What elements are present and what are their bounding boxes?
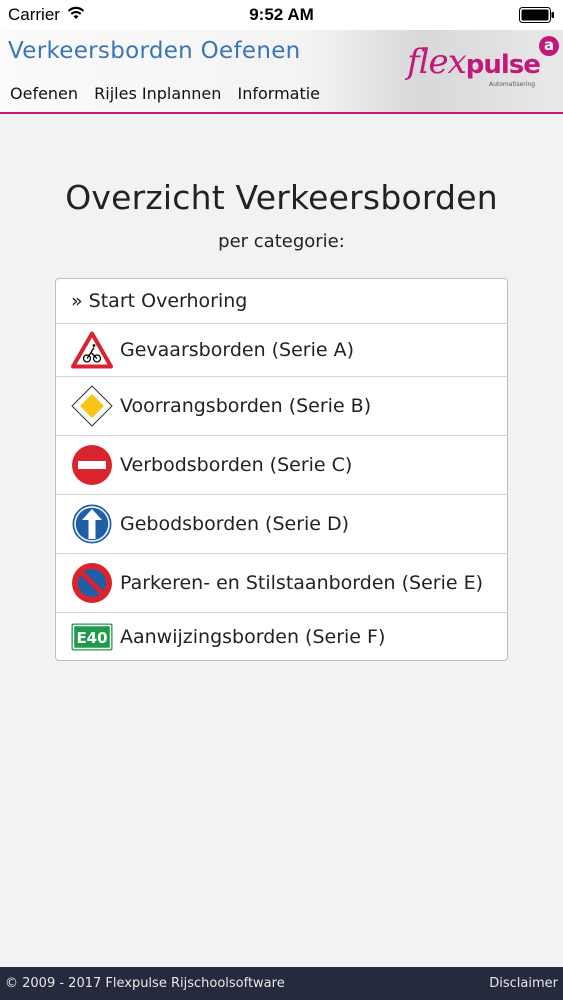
category-list: » Start Overhoring Gevaarsborden (Serie … [55,278,508,661]
category-label: Verbodsborden (Serie C) [120,454,353,476]
start-overhoring-label: » Start Overhoring [71,290,248,312]
no-parking-icon [72,563,112,603]
app-title: Verkeersborden Oefenen [8,38,301,64]
category-label: Voorrangsborden (Serie B) [120,395,372,417]
page-subtitle: per categorie: [218,231,345,252]
category-row-serie-d[interactable]: Gebodsborden (Serie D) [56,495,507,554]
mandatory-arrow-icon [71,503,113,545]
category-row-serie-e[interactable]: Parkeren- en Stilstaanborden (Serie E) [56,554,507,613]
priority-diamond-icon [71,385,113,427]
svg-text:E40: E40 [76,629,107,647]
nav-oefenen[interactable]: Oefenen [10,84,78,103]
category-row-serie-a[interactable]: Gevaarsborden (Serie A) [56,324,507,377]
start-overhoring-link[interactable]: » Start Overhoring [56,279,507,324]
logo-badge: a [539,36,559,56]
status-bar: Carrier 9:52 AM [0,0,563,30]
copyright-text: © 2009 - 2017 Flexpulse Rijschoolsoftwar… [5,976,285,991]
category-row-serie-b[interactable]: Voorrangsborden (Serie B) [56,377,507,436]
logo-wordmark: flexpulse [407,42,541,82]
battery-icon [519,7,554,23]
page-title: Overzicht Verkeersborden [65,178,498,217]
nav-rijles-inplannen[interactable]: Rijles Inplannen [94,84,221,103]
main-nav: Oefenen Rijles Inplannen Informatie [10,84,331,103]
category-label: Gevaarsborden (Serie A) [120,339,355,361]
category-row-serie-f[interactable]: E40 Aanwijzingsborden (Serie F) [56,613,507,660]
category-label: Parkeren- en Stilstaanborden (Serie E) [120,572,484,594]
nav-informatie[interactable]: Informatie [237,84,320,103]
footer: © 2009 - 2017 Flexpulse Rijschoolsoftwar… [0,967,563,1000]
clock: 9:52 AM [249,5,314,24]
logo-subtitle: Automatisering [489,81,536,88]
category-row-serie-c[interactable]: Verbodsborden (Serie C) [56,436,507,495]
category-label: Gebodsborden (Serie D) [120,513,350,535]
warning-triangle-icon [71,331,113,369]
route-e40-icon: E40 [71,623,113,650]
app-header: Verkeersborden Oefenen Oefenen Rijles In… [0,30,563,114]
disclaimer-link[interactable]: Disclaimer [489,976,558,991]
flexpulse-logo[interactable]: flexpulse Automatisering a [405,30,563,100]
no-entry-icon [72,445,112,485]
category-label: Aanwijzingsborden (Serie F) [120,625,386,648]
